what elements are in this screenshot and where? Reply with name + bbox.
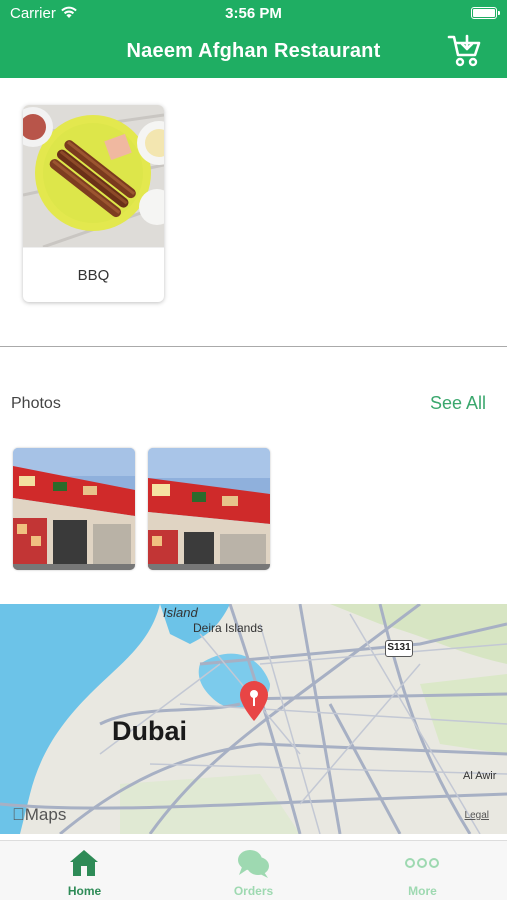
page-title: Naeem Afghan Restaurant [126, 40, 381, 62]
bbq-food-image [23, 105, 164, 249]
category-card-bbq[interactable]: BBQ [23, 105, 164, 302]
tab-orders[interactable]: Orders [169, 841, 338, 900]
chat-bubbles-icon [236, 847, 270, 879]
status-bar: Carrier 3:56 PM [0, 0, 507, 28]
restaurant-photo[interactable] [13, 448, 135, 570]
section-divider [0, 346, 507, 347]
status-time: 3:56 PM [225, 5, 282, 22]
map-label-dubai: Dubai [112, 716, 188, 746]
map-label-al-awir: Al Awir [463, 770, 497, 782]
more-dots-icon [405, 847, 439, 879]
tab-label-home: Home [67, 884, 102, 898]
location-map[interactable]: Island Deira Islands Dubai Al Awir S131 … [0, 604, 507, 834]
cart-icon[interactable] [447, 34, 483, 68]
maps-attribution: Maps [12, 805, 66, 824]
restaurant-photo[interactable] [148, 448, 270, 570]
map-label-island: Island [163, 605, 198, 620]
nav-bar: Carrier 3:56 PM Naeem Afghan Restaurant [0, 0, 507, 78]
photos-section-title: Photos [11, 395, 61, 412]
tab-label-orders: Orders [233, 884, 274, 898]
legal-link[interactable]: Legal [465, 810, 489, 821]
home-icon [67, 847, 101, 879]
tab-bar: Home Orders More [0, 840, 507, 900]
apple-logo-icon:  [12, 805, 25, 824]
map-pin-icon[interactable] [237, 679, 271, 723]
category-label: BBQ [23, 247, 164, 302]
battery-icon [471, 7, 500, 19]
road-shield: S131 [385, 640, 413, 657]
tab-home[interactable]: Home [0, 841, 169, 900]
tab-more[interactable]: More [338, 841, 507, 900]
see-all-link[interactable]: See All [430, 393, 486, 414]
tab-label-more: More [408, 884, 437, 898]
map-label-deira: Deira Islands [193, 621, 264, 635]
